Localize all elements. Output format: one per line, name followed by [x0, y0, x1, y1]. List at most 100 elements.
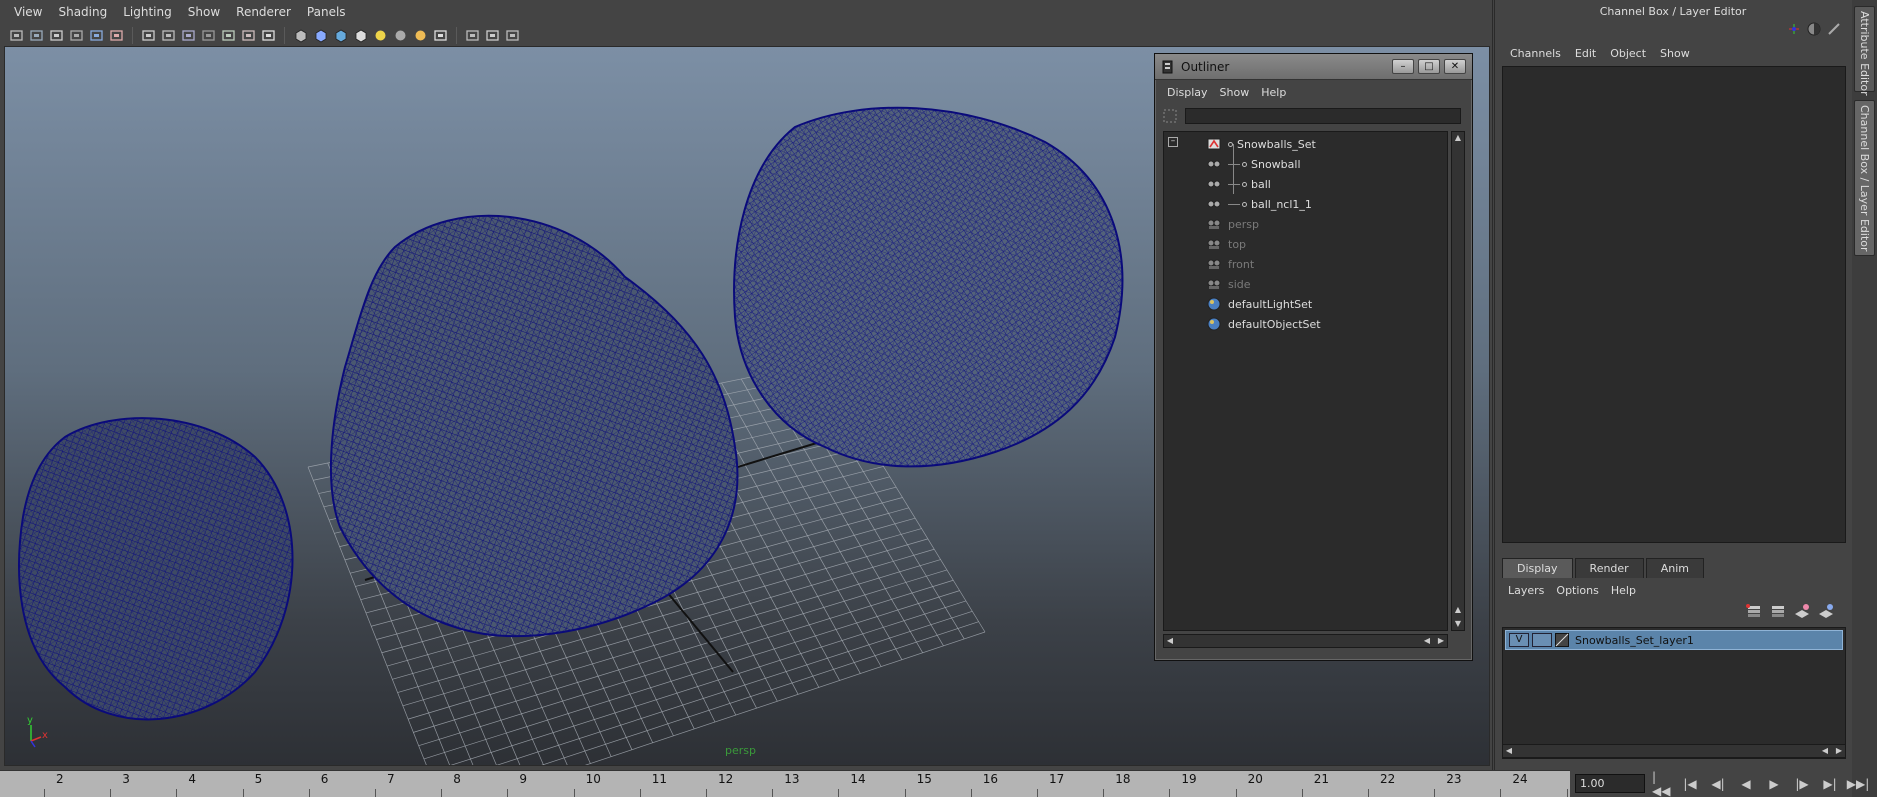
scroll-up-icon[interactable]: ▲	[1452, 132, 1464, 144]
camera-attr-icon[interactable]	[28, 27, 45, 44]
resolution-gate-icon[interactable]	[180, 27, 197, 44]
tab-render[interactable]: Render	[1574, 558, 1644, 578]
outliner-titlebar[interactable]: Outliner – □ ✕	[1155, 54, 1472, 80]
help-menu[interactable]: Help	[1605, 584, 1642, 597]
object-menu[interactable]: Object	[1603, 47, 1653, 60]
scroll-down-icon[interactable]: ▼	[1452, 618, 1464, 630]
scroll-left-icon[interactable]: ◀	[1164, 635, 1176, 647]
ambient-occlusion-icon[interactable]	[504, 27, 521, 44]
outliner-filter-input[interactable]	[1185, 107, 1461, 124]
current-time-field[interactable]: 1.00	[1575, 774, 1645, 793]
show-menu[interactable]: Show	[1653, 47, 1697, 60]
menu-show[interactable]: Show	[180, 5, 228, 19]
outliner-vertical-scrollbar[interactable]: ▲ ▲ ▼	[1451, 131, 1465, 631]
speed-icon[interactable]	[1807, 22, 1821, 36]
xray-joint-icon[interactable]	[484, 27, 501, 44]
options-menu[interactable]: Options	[1550, 584, 1604, 597]
field-chart-icon[interactable]	[220, 27, 237, 44]
snowball-mesh-left[interactable]	[18, 417, 294, 721]
safe-title-icon[interactable]	[260, 27, 277, 44]
film-gate-icon[interactable]	[160, 27, 177, 44]
play-forwards-icon[interactable]: ▶	[1764, 774, 1784, 794]
xray-icon[interactable]	[464, 27, 481, 44]
outliner-item[interactable]: ball	[1206, 174, 1271, 194]
move-layer-down-icon[interactable]	[1769, 603, 1787, 619]
tab-attribute-editor[interactable]: Attribute Editor	[1854, 6, 1875, 96]
default-light-icon[interactable]	[372, 27, 389, 44]
outliner-menu-display[interactable]: Display	[1161, 86, 1214, 99]
new-empty-layer-icon[interactable]	[1793, 603, 1811, 619]
outliner-item[interactable]: front	[1206, 254, 1254, 274]
timeline-tick-label: 8	[453, 772, 461, 786]
menu-shading[interactable]: Shading	[50, 5, 115, 19]
minimize-button[interactable]: –	[1392, 59, 1414, 74]
hyper-icon[interactable]	[1827, 22, 1841, 36]
outliner-item[interactable]: persp	[1206, 214, 1259, 234]
layer-horizontal-scrollbar[interactable]: ◀ ◀ ▶	[1502, 744, 1846, 758]
image-plane-icon[interactable]	[68, 27, 85, 44]
shade-wire-icon[interactable]	[332, 27, 349, 44]
maximize-button[interactable]: □	[1418, 59, 1440, 74]
tab-display[interactable]: Display	[1502, 558, 1573, 578]
scroll-up-icon-lower[interactable]: ▲	[1452, 604, 1464, 616]
layer-color-swatch-icon[interactable]	[1555, 633, 1569, 647]
shadows-icon[interactable]	[412, 27, 429, 44]
scroll-left-icon-right[interactable]: ◀	[1421, 635, 1433, 647]
channels-menu[interactable]: Channels	[1503, 47, 1568, 60]
grid-icon[interactable]	[140, 27, 157, 44]
outliner-menu-show[interactable]: Show	[1214, 86, 1256, 99]
menu-panels[interactable]: Panels	[299, 5, 354, 19]
layer-playback-toggle[interactable]	[1532, 633, 1552, 647]
filter-grip-icon[interactable]	[1163, 109, 1177, 123]
play-backwards-icon[interactable]: ◀	[1736, 774, 1756, 794]
grease-pencil-icon[interactable]	[108, 27, 125, 44]
layer-scroll-left-icon-right[interactable]: ◀	[1819, 745, 1831, 757]
tab-channel-box-layer-editor[interactable]: Channel Box / Layer Editor	[1854, 100, 1875, 256]
step-back-frame-icon[interactable]: ◀|	[1708, 774, 1728, 794]
textured-icon[interactable]	[352, 27, 369, 44]
snowball-mesh-right[interactable]	[733, 106, 1124, 468]
tab-anim[interactable]: Anim	[1645, 558, 1704, 578]
channel-list[interactable]	[1502, 66, 1846, 543]
move-layer-up-icon[interactable]	[1745, 603, 1763, 619]
menu-lighting[interactable]: Lighting	[115, 5, 180, 19]
layer-scroll-right-icon[interactable]: ▶	[1833, 745, 1845, 757]
menu-renderer[interactable]: Renderer	[228, 5, 299, 19]
outliner-item[interactable]: ball_ncl1_1	[1206, 194, 1312, 214]
go-to-end-icon[interactable]: ▶▶|	[1847, 774, 1870, 794]
outliner-item[interactable]: Snowballs_Set	[1206, 134, 1316, 154]
menu-view[interactable]: View	[6, 5, 50, 19]
step-back-key-icon[interactable]: |◀	[1680, 774, 1700, 794]
outliner-horizontal-scrollbar[interactable]: ◀ ◀ ▶	[1163, 634, 1448, 648]
step-forward-key-icon[interactable]: ▶|	[1820, 774, 1840, 794]
scroll-right-icon[interactable]: ▶	[1435, 635, 1447, 647]
gate-mask-icon[interactable]	[200, 27, 217, 44]
layer-row[interactable]: V Snowballs_Set_layer1	[1505, 630, 1843, 650]
2d-pan-icon[interactable]	[88, 27, 105, 44]
collapse-toggle-icon[interactable]: –	[1168, 137, 1178, 147]
isolate-icon[interactable]	[432, 27, 449, 44]
manipulator-icon[interactable]	[1787, 22, 1801, 36]
layers-menu[interactable]: Layers	[1502, 584, 1550, 597]
smooth-shade-icon[interactable]	[312, 27, 329, 44]
outliner-item[interactable]: defaultLightSet	[1206, 294, 1312, 314]
edit-menu[interactable]: Edit	[1568, 47, 1603, 60]
outliner-item[interactable]: Snowball	[1206, 154, 1301, 174]
snowball-mesh-center[interactable]	[329, 214, 739, 638]
step-forward-frame-icon[interactable]: |▶	[1792, 774, 1812, 794]
layer-visibility-toggle[interactable]: V	[1509, 633, 1529, 647]
all-lights-icon[interactable]	[392, 27, 409, 44]
layer-scroll-left-icon[interactable]: ◀	[1503, 745, 1515, 757]
time-slider[interactable]: 2 3 4 5 6 7 8 9 10 11 12 13 14 15 16 17 18 19 20 21 22 23 24	[0, 770, 1570, 797]
wireframe-icon[interactable]	[292, 27, 309, 44]
close-button[interactable]: ✕	[1444, 59, 1466, 74]
outliner-item[interactable]: side	[1206, 274, 1251, 294]
safe-action-icon[interactable]	[240, 27, 257, 44]
go-to-start-icon[interactable]: |◀◀	[1652, 770, 1672, 797]
outliner-menu-help[interactable]: Help	[1255, 86, 1292, 99]
new-layer-from-selection-icon[interactable]	[1817, 603, 1835, 619]
outliner-item[interactable]: top	[1206, 234, 1246, 254]
outliner-item[interactable]: defaultObjectSet	[1206, 314, 1321, 334]
camera-icon[interactable]	[8, 27, 25, 44]
bookmark-icon[interactable]	[48, 27, 65, 44]
